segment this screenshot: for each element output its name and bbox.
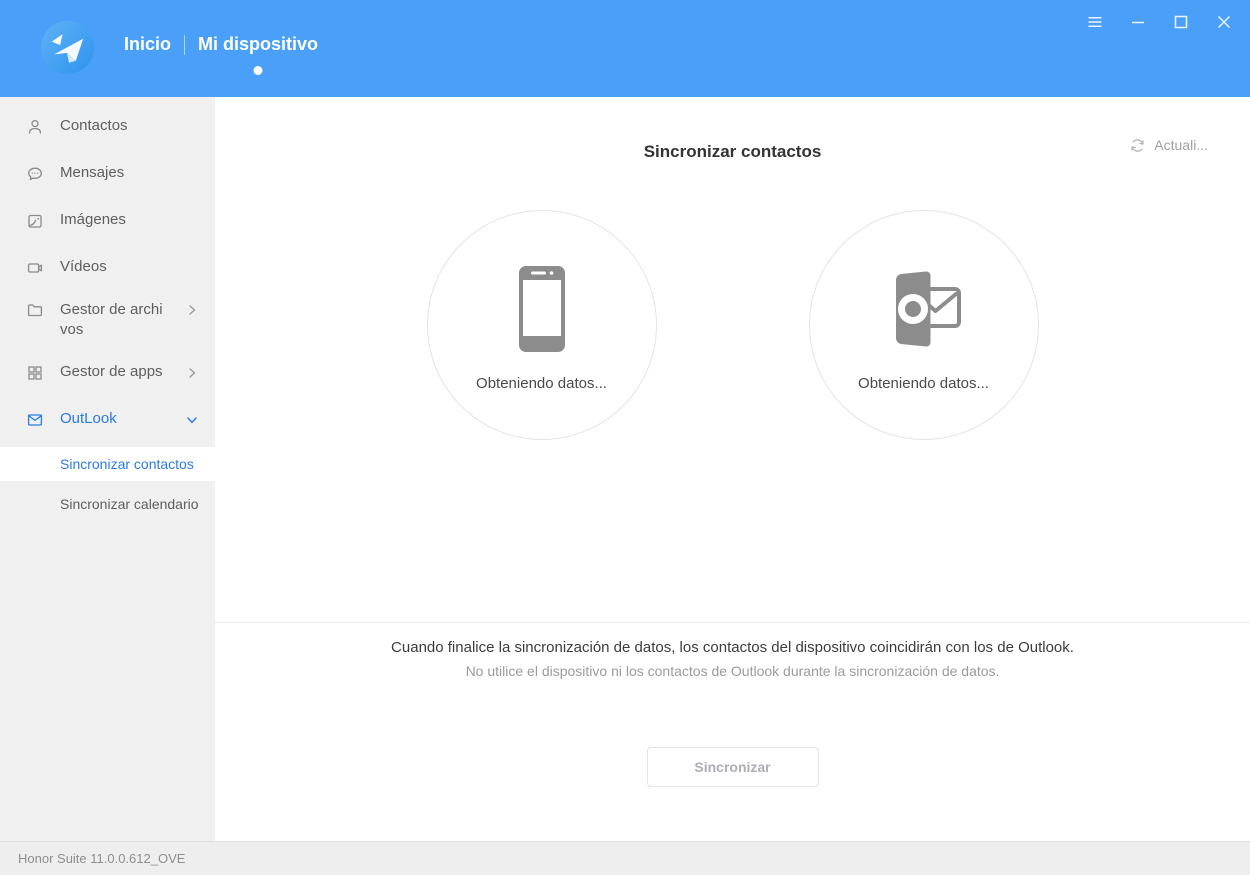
menu-icon	[1086, 13, 1104, 31]
mail-icon	[26, 411, 44, 429]
tab-inicio[interactable]: Inicio	[111, 34, 184, 55]
sync-button[interactable]: Sincronizar	[647, 747, 819, 787]
sidebar-item-mensajes[interactable]: Mensajes	[0, 150, 215, 197]
sync-info-secondary: No utilice el dispositivo ni los contact…	[215, 663, 1250, 679]
sidebar-item-outlook[interactable]: OutLook	[0, 396, 215, 443]
active-tab-dot	[254, 66, 263, 75]
folder-icon	[26, 301, 44, 319]
app-window: Inicio Mi dispositivo	[0, 0, 1250, 875]
maximize-icon	[1172, 13, 1190, 31]
close-icon	[1215, 13, 1233, 31]
person-icon	[26, 118, 44, 136]
sync-sources: Obteniendo datos... Obteniendo datos...	[215, 210, 1250, 440]
device-sync-circle: Obteniendo datos...	[427, 210, 657, 440]
page-title: Sincronizar contactos	[644, 142, 822, 162]
tab-inicio-label: Inicio	[124, 34, 171, 54]
sidebar-subitem-sincronizar-contactos[interactable]: Sincronizar contactos	[0, 447, 215, 481]
apps-icon	[26, 364, 44, 382]
sidebar-item-imagenes[interactable]: Imágenes	[0, 197, 215, 244]
header-tabs: Inicio Mi dispositivo	[111, 34, 331, 55]
image-icon	[26, 212, 44, 230]
chat-icon	[26, 165, 44, 183]
sidebar-item-gestor-archivos[interactable]: Gestor de archivos	[0, 291, 215, 349]
outlook-status-text: Obteniendo datos...	[858, 375, 989, 392]
outlook-sync-circle: Obteniendo datos...	[809, 210, 1039, 440]
subitem-label: Sincronizar contactos	[60, 456, 194, 472]
sidebar-item-label: Vídeos	[60, 257, 199, 277]
honor-suite-logo	[40, 20, 95, 75]
chevron-right-icon	[185, 303, 199, 317]
refresh-label: Actuali...	[1154, 137, 1208, 153]
app-version-text: Honor Suite 11.0.0.612_OVE	[18, 851, 185, 866]
device-status-text: Obteniendo datos...	[476, 375, 607, 392]
sidebar-item-videos[interactable]: Vídeos	[0, 244, 215, 291]
sidebar-item-contactos[interactable]: Contactos	[0, 103, 215, 150]
tab-mi-dispositivo-label: Mi dispositivo	[198, 34, 318, 54]
title-bar: Inicio Mi dispositivo	[0, 0, 1250, 97]
sidebar-item-label: Imágenes	[60, 210, 199, 230]
minimize-icon	[1129, 13, 1147, 31]
tab-mi-dispositivo[interactable]: Mi dispositivo	[185, 34, 331, 55]
subitem-label: Sincronizar calendario	[60, 496, 199, 512]
sidebar-subitem-sincronizar-calendario[interactable]: Sincronizar calendario	[0, 487, 215, 521]
main-panel: Sincronizar contactos Actuali...	[215, 97, 1250, 841]
refresh-icon	[1129, 137, 1146, 154]
sync-info-section: Cuando finalice la sincronización de dat…	[215, 622, 1250, 787]
sidebar: Contactos Mensajes	[0, 97, 215, 841]
main-header: Sincronizar contactos Actuali...	[215, 97, 1250, 162]
close-button[interactable]	[1214, 12, 1234, 32]
sidebar-item-label: Gestor de archivos	[60, 300, 163, 341]
minimize-button[interactable]	[1128, 12, 1148, 32]
maximize-button[interactable]	[1171, 12, 1191, 32]
sidebar-item-gestor-apps[interactable]: Gestor de apps	[0, 349, 215, 396]
refresh-button[interactable]: Actuali...	[1129, 135, 1208, 155]
outlook-icon	[882, 259, 966, 359]
sidebar-item-label: OutLook	[60, 409, 177, 429]
phone-icon	[518, 259, 566, 359]
menu-button[interactable]	[1085, 12, 1105, 32]
sidebar-item-label: Contactos	[60, 116, 199, 136]
chevron-down-icon	[185, 413, 199, 427]
video-icon	[26, 259, 44, 277]
sidebar-item-label: Gestor de apps	[60, 362, 185, 382]
chevron-right-icon	[185, 366, 199, 380]
window-controls	[1085, 12, 1234, 32]
sync-info-primary: Cuando finalice la sincronización de dat…	[215, 639, 1250, 656]
status-bar: Honor Suite 11.0.0.612_OVE	[0, 841, 1250, 875]
sidebar-item-label: Mensajes	[60, 163, 199, 183]
